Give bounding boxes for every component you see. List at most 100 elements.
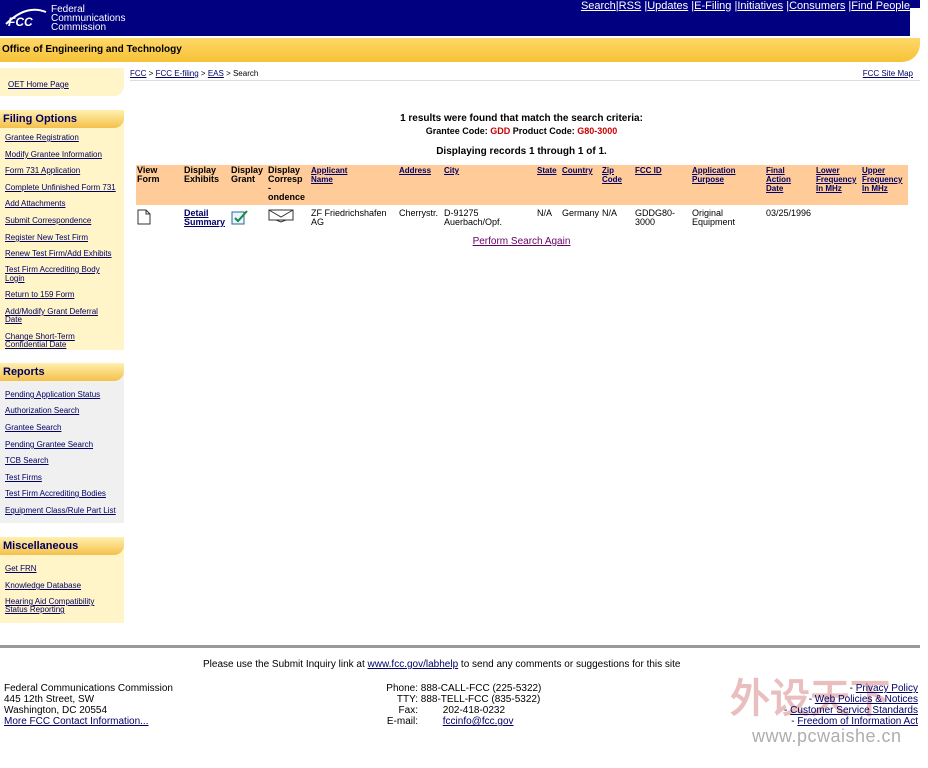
sidebar-item-accrediting-body-login[interactable]: Test Firm Accrediting Body — [5, 266, 100, 274]
svg-text:FCC: FCC — [8, 15, 33, 29]
top-navigation: Search|RSS |Updates |E-Filing |Initiativ… — [580, 0, 910, 12]
footer-contact: Phone: 888-CALL-FCC (225-5322) TTY: 888-… — [380, 683, 541, 727]
table-header-row: View Form Display Exhibits Display Grant Di… — [136, 165, 908, 205]
cell-city: D-91275 Auerbach/Opf. — [444, 208, 503, 227]
sort-final-date[interactable]: Final Action Date — [766, 166, 791, 193]
fcc-logo[interactable]: FCC — [4, 4, 48, 32]
sidebar-item-get-frn[interactable]: Get FRN — [5, 565, 37, 573]
reports-header: Reports — [0, 363, 124, 381]
col-purpose: Application Purpose — [691, 165, 765, 205]
sidebar-item-complete-form-731[interactable]: Complete Unfinished Form 731 — [5, 184, 116, 192]
sort-country[interactable]: Country — [562, 166, 593, 175]
filing-options-header: Filing Options — [0, 110, 124, 128]
sidebar-item-knowledge-db[interactable]: Knowledge Database — [5, 582, 81, 590]
cell-display-correspondence — [267, 205, 310, 227]
nav-initiatives[interactable]: Initiatives — [737, 0, 783, 12]
sidebar-item-authorization-search[interactable]: Authorization Search — [5, 407, 79, 415]
sidebar-item-grantee-registration[interactable]: Grantee Registration — [5, 134, 79, 142]
search-criteria: Grantee Code: GDD Product Code: G80-3000 — [130, 126, 913, 136]
col-fcc-id: FCC ID — [634, 165, 691, 205]
sidebar-item-short-term-2[interactable]: Confidential Date — [5, 341, 66, 349]
sidebar-item-pending-status[interactable]: Pending Application Status — [5, 391, 100, 399]
tty-label: TTY: — [396, 694, 418, 705]
breadcrumb: FCC > FCC E-filing > EAS > Search — [130, 69, 258, 78]
nav-updates[interactable]: Updates — [647, 0, 688, 12]
detail-summary-link[interactable]: Detail Summary — [184, 208, 225, 227]
sidebar-item-hearing-aid-2[interactable]: Status Reporting — [5, 606, 65, 614]
misc-title: Miscellaneous — [3, 540, 79, 552]
sort-purpose[interactable]: Application Purpose — [692, 166, 736, 184]
breadcrumb-eas[interactable]: EAS — [208, 69, 224, 78]
cell-address: Cherrystr. — [399, 208, 439, 218]
product-code-value: G80-3000 — [577, 126, 618, 136]
grant-edit-icon[interactable] — [231, 209, 249, 225]
sort-fcc-id[interactable]: FCC ID — [635, 166, 662, 175]
col-state: State — [536, 165, 561, 205]
nav-efiling[interactable]: E-Filing — [694, 0, 731, 12]
phone-label: Phone: — [386, 683, 418, 694]
sidebar-item-form-731[interactable]: Form 731 Application — [5, 167, 80, 175]
sidebar-item-renew-test-firm[interactable]: Renew Test Firm/Add Exhibits — [5, 250, 112, 258]
cell-purpose: Original Equipment — [692, 208, 736, 227]
cell-view-form — [136, 205, 183, 227]
sort-zip[interactable]: Zip Code — [602, 166, 622, 184]
sidebar-item-grantee-search[interactable]: Grantee Search — [5, 424, 61, 432]
sidebar-item-test-firms[interactable]: Test Firms — [5, 474, 42, 482]
perform-search-again-link[interactable]: Perform Search Again — [473, 236, 571, 247]
breadcrumb-current: Search — [232, 69, 259, 78]
sort-upper-freq[interactable]: Upper Frequency In MHz — [862, 166, 902, 193]
cell-upper-freq — [861, 205, 908, 227]
sidebar-item-accrediting-bodies[interactable]: Test Firm Accrediting Bodies — [5, 490, 106, 498]
sidebar-item-submit-correspondence[interactable]: Submit Correspondence — [5, 217, 91, 225]
misc-header: Miscellaneous — [0, 537, 124, 555]
records-displayed: Displaying records 1 through 1 of 1. — [436, 146, 607, 157]
footer-inquiry: Please use the Submit Inquiry link at ww… — [203, 659, 681, 670]
filing-options-title: Filing Options — [3, 113, 77, 125]
sort-address[interactable]: Address — [399, 166, 431, 175]
breadcrumb-separator: > — [146, 69, 156, 78]
oet-home-link[interactable]: OET Home Page — [8, 81, 69, 89]
sidebar-item-return-159[interactable]: Return to 159 Form — [5, 291, 74, 299]
nav-rss[interactable]: RSS — [619, 0, 642, 12]
sidebar-item-tcb-search[interactable]: TCB Search — [5, 457, 49, 465]
footer-street: 445 12th Street, SW — [4, 694, 95, 705]
cell-detail-summary: Detail Summary — [183, 205, 230, 227]
cell-state: N/A — [537, 208, 553, 218]
cell-final-date: 03/25/1996 — [766, 208, 812, 218]
web-policies-link[interactable]: Web Policies & Notices — [815, 694, 918, 705]
office-title: Office of Engineering and Technology — [2, 44, 182, 55]
sidebar-item-grant-deferral-2[interactable]: Date — [5, 316, 22, 324]
email-link[interactable]: fccinfo@fcc.gov — [443, 716, 514, 727]
footer-city: Washington, DC 20554 — [4, 705, 108, 716]
document-icon[interactable] — [137, 209, 151, 225]
privacy-policy-link[interactable]: Privacy Policy — [856, 683, 918, 694]
fax-value: 202-418-0232 — [442, 705, 506, 716]
customer-service-link[interactable]: Customer Service Standards — [790, 705, 918, 716]
col-display-grant: Display Grant — [230, 165, 267, 205]
sidebar-item-register-test-firm[interactable]: Register New Test Firm — [5, 234, 88, 242]
breadcrumb-efiling[interactable]: FCC E-filing — [156, 69, 199, 78]
email-label: E-mail: — [386, 716, 418, 727]
nav-consumers[interactable]: Consumers — [789, 0, 845, 12]
sort-state[interactable]: State — [537, 166, 557, 175]
col-view-form: View Form — [136, 165, 183, 205]
sidebar-item-add-attachments[interactable]: Add Attachments — [5, 200, 65, 208]
sidebar-item-pending-grantee[interactable]: Pending Grantee Search — [5, 441, 93, 449]
more-contact-link[interactable]: More FCC Contact Information... — [4, 716, 149, 727]
sidebar-item-accrediting-body-login-2[interactable]: Login — [5, 275, 25, 283]
phone-value: 888-CALL-FCC (225-5322) — [420, 683, 542, 694]
cell-zip: N/A — [602, 208, 618, 218]
breadcrumb-fcc[interactable]: FCC — [130, 69, 146, 78]
cell-fcc-id: GDDG80- 3000 — [635, 208, 676, 227]
sort-city[interactable]: City — [444, 166, 459, 175]
site-map-link[interactable]: FCC Site Map — [863, 69, 913, 78]
labhelp-link[interactable]: www.fcc.gov/labhelp — [368, 659, 459, 670]
sort-applicant[interactable]: Applicant Name — [311, 166, 347, 184]
sidebar-item-modify-grantee[interactable]: Modify Grantee Information — [5, 151, 102, 159]
nav-find-people[interactable]: Find People — [851, 0, 910, 12]
sidebar-item-equipment-class[interactable]: Equipment Class/Rule Part List — [5, 507, 116, 515]
cell-lower-freq — [815, 205, 861, 227]
nav-search[interactable]: Search — [581, 0, 616, 12]
correspondence-icon[interactable] — [268, 209, 294, 223]
sort-lower-freq[interactable]: Lower Frequency In MHz — [816, 166, 856, 193]
